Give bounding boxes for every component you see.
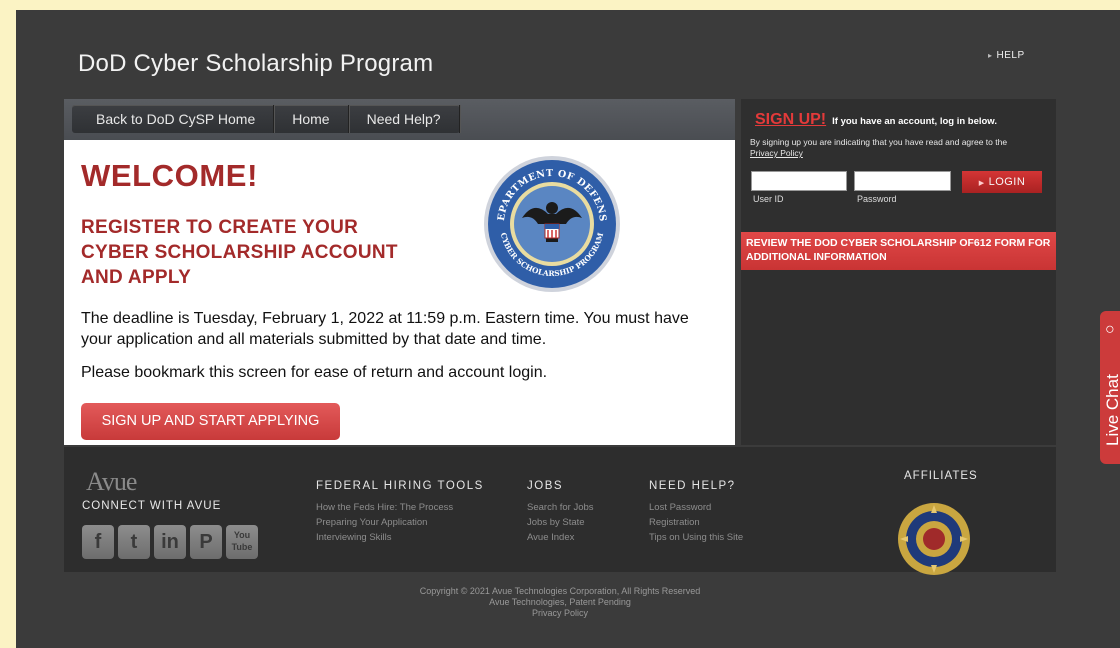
- copyright-text: Copyright © 2021 Avue Technologies Corpo…: [419, 586, 701, 596]
- agree-text: By signing up you are indicating that yo…: [750, 137, 1050, 159]
- login-panel: SIGN UP! If you have an account, log in b…: [741, 99, 1056, 445]
- footer-link[interactable]: Tips on Using this Site: [649, 530, 743, 545]
- pinterest-icon[interactable]: P: [190, 525, 222, 559]
- nav-bar: Back to DoD CySP Home Home Need Help?: [64, 99, 735, 140]
- login-button-label: LOGIN: [988, 176, 1026, 188]
- footer-link[interactable]: Registration: [649, 515, 743, 530]
- footer-col-title: FEDERAL HIRING TOOLS: [316, 480, 484, 492]
- dod-seal-logo: DEPARTMENT OF DEFENSE CYBER SCHOLARSHIP …: [482, 154, 620, 292]
- social-links: f t in P You Tube: [82, 525, 258, 559]
- footer-privacy-link[interactable]: Privacy Policy: [64, 608, 1056, 619]
- arrow-right-icon: ▶: [978, 180, 985, 187]
- avue-logo: Avue: [86, 467, 137, 496]
- facebook-icon[interactable]: f: [82, 525, 114, 559]
- twitter-icon[interactable]: t: [118, 525, 150, 559]
- footer-link[interactable]: Interviewing Skills: [316, 530, 484, 545]
- footer-link[interactable]: How the Feds Hire: The Process: [316, 500, 484, 515]
- userid-label: User ID: [753, 194, 784, 204]
- help-link[interactable]: HELP: [988, 50, 1025, 61]
- footer-link[interactable]: Search for Jobs: [527, 500, 594, 515]
- american-legion-emblem-icon[interactable]: [894, 499, 974, 579]
- welcome-heading: WELCOME!: [81, 158, 258, 193]
- agree-text-body: By signing up you are indicating that yo…: [750, 137, 1008, 147]
- footer-link[interactable]: Jobs by State: [527, 515, 594, 530]
- nav-need-help[interactable]: Need Help?: [349, 105, 460, 133]
- footer-col-title: JOBS: [527, 480, 564, 492]
- footer-col-hiring-tools: FEDERAL HIRING TOOLS How the Feds Hire: …: [316, 480, 484, 545]
- chat-bubble-icon: ○: [1105, 321, 1115, 338]
- youtube-icon[interactable]: You Tube: [226, 525, 258, 559]
- userid-input[interactable]: [751, 171, 847, 191]
- footer: Avue CONNECT WITH AVUE f t in P You Tube…: [64, 447, 1056, 575]
- deadline-text: The deadline is Tuesday, February 1, 202…: [81, 310, 689, 348]
- signup-line: SIGN UP! If you have an account, log in b…: [755, 111, 997, 129]
- signup-link[interactable]: SIGN UP!: [755, 111, 826, 128]
- patent-text: Avue Technologies, Patent Pending: [489, 597, 631, 607]
- signup-note: If you have an account, log in below.: [832, 116, 997, 127]
- nav-home[interactable]: Home: [274, 105, 349, 133]
- review-form-banner[interactable]: REVIEW THE DOD CYBER SCHOLARSHIP OF612 F…: [741, 232, 1056, 270]
- footer-col-need-help: NEED HELP? Lost Password Registration Ti…: [649, 480, 743, 545]
- bookmark-text: Please bookmark this screen for ease of …: [81, 364, 548, 381]
- live-chat-tab[interactable]: ○ Live Chat: [1100, 311, 1120, 464]
- connect-with-avue-label: CONNECT WITH AVUE: [82, 500, 222, 512]
- site-title: DoD Cyber Scholarship Program: [78, 50, 434, 77]
- register-heading: REGISTER TO CREATE YOUR CYBER SCHOLARSHI…: [81, 217, 398, 288]
- password-input[interactable]: [854, 171, 951, 191]
- footer-link[interactable]: Preparing Your Application: [316, 515, 484, 530]
- linkedin-icon[interactable]: in: [154, 525, 186, 559]
- main-content: WELCOME! REGISTER TO CREATE YOUR CYBER S…: [64, 140, 735, 445]
- login-button[interactable]: ▶ LOGIN: [962, 171, 1042, 193]
- footer-col-jobs: JOBS Search for Jobs Jobs by State Avue …: [527, 480, 594, 545]
- nav-back-to-home[interactable]: Back to DoD CySP Home: [72, 105, 275, 133]
- live-chat-label: Live Chat: [1103, 374, 1120, 446]
- privacy-policy-link[interactable]: Privacy Policy: [750, 148, 803, 158]
- password-label: Password: [857, 194, 897, 204]
- footer-link[interactable]: Avue Index: [527, 530, 594, 545]
- affiliates-title: AFFILIATES: [904, 470, 978, 482]
- copyright: Copyright © 2021 Avue Technologies Corpo…: [64, 586, 1056, 619]
- footer-link[interactable]: Lost Password: [649, 500, 743, 515]
- signup-and-apply-button[interactable]: SIGN UP AND START APPLYING: [81, 403, 340, 440]
- footer-col-title: NEED HELP?: [649, 480, 736, 492]
- nav-group: Back to DoD CySP Home Home Need Help?: [72, 105, 460, 133]
